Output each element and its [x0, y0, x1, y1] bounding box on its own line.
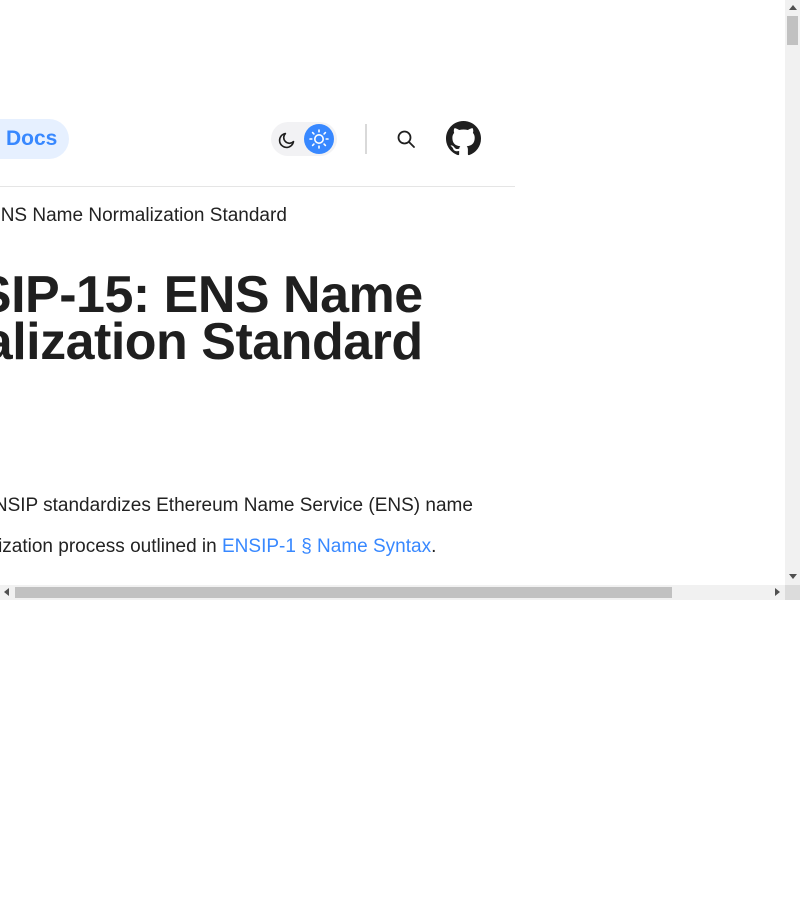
search-button[interactable] — [395, 128, 417, 150]
scroll-down-arrow-icon[interactable] — [789, 574, 797, 579]
page-title: ENSIP-15: ENS Name Normalization Standar… — [0, 266, 423, 371]
ensip-1-name-syntax-link[interactable]: ENSIP-1 § Name Syntax — [222, 536, 431, 557]
intro-paragraph-period: . — [431, 536, 437, 557]
page-content: Docs NS Name Normalization Standard IP-1… — [0, 0, 785, 585]
moon-icon — [278, 132, 295, 149]
intro-paragraph-line-1: This ENSIP standardizes Ethereum Name Se… — [0, 495, 473, 516]
vertical-scrollbar[interactable] — [785, 0, 800, 585]
intro-paragraph-line-2: normalization process outlined in ENSIP-… — [0, 536, 436, 558]
browser-viewport: Docs NS Name Normalization Standard IP-1… — [0, 0, 800, 600]
scroll-up-arrow-icon[interactable] — [789, 5, 797, 10]
header-divider — [365, 124, 367, 154]
search-icon — [397, 130, 415, 148]
docs-badge-label: Docs — [6, 127, 58, 150]
github-link[interactable] — [446, 121, 481, 156]
sun-icon — [309, 129, 329, 149]
theme-toggle[interactable] — [271, 122, 337, 156]
breadcrumb: ENSIP-15: ENS Name Normalization Standar… — [0, 205, 287, 227]
horizontal-scrollbar[interactable] — [0, 585, 785, 600]
header-divider-line — [0, 186, 515, 187]
scrollbar-corner — [785, 585, 800, 600]
theme-light-option[interactable] — [304, 124, 334, 154]
page-title-line-1: ENSIP-15: ENS Name — [0, 266, 423, 324]
page-title-line-2: Normalization Standard — [0, 313, 423, 371]
intro-paragraph-text: normalization process outlined in — [0, 536, 217, 557]
horizontal-scrollbar-thumb[interactable] — [15, 587, 672, 598]
breadcrumb-current: ENSIP-15: ENS Name Normalization Standar… — [0, 205, 287, 226]
scroll-right-arrow-icon[interactable] — [775, 588, 780, 596]
scroll-left-arrow-icon[interactable] — [4, 588, 9, 596]
docs-badge[interactable]: Docs — [0, 119, 70, 159]
vertical-scrollbar-thumb[interactable] — [787, 16, 798, 45]
theme-dark-option[interactable] — [273, 124, 303, 154]
github-icon — [446, 121, 481, 156]
